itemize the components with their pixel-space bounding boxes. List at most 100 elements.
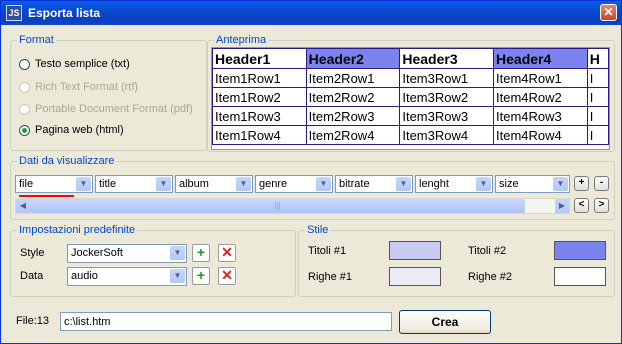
preview-row: Item1Row3 Item2Row3 Item3Row3 Item4Row3 … xyxy=(212,106,609,126)
add-style-button[interactable]: + xyxy=(192,244,210,262)
data-select[interactable]: audio ▼ xyxy=(67,267,187,286)
preview-cell: Item1Row4 xyxy=(212,125,307,145)
column-select-5[interactable]: bitrate ▼ xyxy=(335,175,413,193)
preview-cell: Item2Row4 xyxy=(305,125,401,145)
preview-cell: I xyxy=(586,106,609,126)
style-select[interactable]: JockerSoft ▼ xyxy=(67,244,187,263)
column-select-4[interactable]: genre ▼ xyxy=(255,175,333,193)
column-select-3-value: album xyxy=(179,178,209,190)
column-select-1[interactable]: file ▼ xyxy=(15,175,93,193)
file-label: File:13 xyxy=(16,315,50,327)
preview-header-2: Header2 xyxy=(305,48,401,69)
preview-row: Item1Row1 Item2Row1 Item3Row1 Item4Row1 … xyxy=(212,68,609,88)
column-select-2[interactable]: title ▼ xyxy=(95,175,173,193)
preview-row: Item1Row4 Item2Row4 Item3Row4 Item4Row4 … xyxy=(212,125,609,145)
radio-rtf-button xyxy=(19,81,30,93)
add-data-button[interactable]: + xyxy=(192,267,210,285)
preview-cell: Item4Row4 xyxy=(493,125,588,145)
preview-cell: Item1Row3 xyxy=(212,106,307,126)
preview-header-1: Header1 xyxy=(212,48,307,69)
radio-html-button[interactable] xyxy=(19,124,30,136)
preview-cell: Item1Row1 xyxy=(212,68,307,88)
format-legend: Format xyxy=(17,34,56,47)
scroll-columns-right-button[interactable]: > xyxy=(594,198,609,213)
output-path-field[interactable]: c:\list.htm xyxy=(60,312,392,331)
preview-cell: I xyxy=(586,87,609,107)
titoli1-color-swatch[interactable] xyxy=(389,241,441,260)
create-button[interactable]: Crea xyxy=(399,310,491,334)
chevron-down-icon[interactable]: ▼ xyxy=(476,177,491,191)
column-select-7[interactable]: size ▼ xyxy=(495,175,570,193)
preview-cell: Item4Row1 xyxy=(493,68,588,88)
chevron-down-icon[interactable]: ▼ xyxy=(396,177,411,191)
preview-cell: Item2Row3 xyxy=(305,106,401,126)
righe2-color-swatch[interactable] xyxy=(554,267,606,286)
radio-txt[interactable]: Testo semplice (txt) xyxy=(19,57,130,71)
preview-header-3: Header3 xyxy=(399,48,495,69)
scroll-right-icon[interactable]: ▶ xyxy=(555,199,569,213)
presets-group: Impostazioni predefinite xyxy=(10,224,296,297)
preview-header-row: Header1 Header2 Header3 Header4 H xyxy=(212,48,609,69)
style-label: Style xyxy=(20,247,45,259)
chevron-down-icon[interactable]: ▼ xyxy=(76,177,91,191)
radio-html-label[interactable]: Pagina web (html) xyxy=(35,124,124,136)
column-select-6-value: lenght xyxy=(419,178,449,190)
preview-cell: Item1Row2 xyxy=(212,87,307,107)
chevron-down-icon[interactable]: ▼ xyxy=(316,177,331,191)
fields-legend: Dati da visualizzare xyxy=(17,155,117,168)
column-select-2-value: title xyxy=(99,178,117,190)
columns-scrollbar[interactable]: ◀ ||| ▶ xyxy=(15,198,570,214)
column-select-7-value: size xyxy=(499,178,519,190)
preview-cell: Item3Row3 xyxy=(399,106,495,126)
titoli2-color-swatch[interactable] xyxy=(554,241,606,260)
column-select-5-value: bitrate xyxy=(339,178,370,190)
remove-column-button[interactable]: - xyxy=(594,176,609,191)
add-column-button[interactable]: + xyxy=(574,176,589,191)
preview-cell: Item3Row4 xyxy=(399,125,495,145)
title-bar[interactable]: JS Esporta lista ✕ xyxy=(1,1,621,25)
preview-cell: Item2Row2 xyxy=(305,87,401,107)
preview-cell: Item4Row3 xyxy=(493,106,588,126)
active-column-underline xyxy=(19,195,74,197)
style-colors-legend: Stile xyxy=(305,224,331,237)
column-select-6[interactable]: lenght ▼ xyxy=(415,175,493,193)
scroll-left-icon[interactable]: ◀ xyxy=(16,199,30,213)
chevron-down-icon[interactable]: ▼ xyxy=(553,177,568,191)
chevron-down-icon[interactable]: ▼ xyxy=(170,269,185,283)
preview-cell: I xyxy=(586,125,609,145)
chevron-down-icon[interactable]: ▼ xyxy=(236,177,251,191)
radio-txt-button[interactable] xyxy=(19,58,30,70)
column-select-1-value: file xyxy=(19,178,34,190)
export-dialog-window: JS Esporta lista ✕ Format Testo semplice… xyxy=(0,0,622,344)
delete-data-button[interactable]: ✕ xyxy=(218,267,236,285)
preview-cell: Item4Row2 xyxy=(493,87,588,107)
preview-cell: Item2Row1 xyxy=(305,68,401,88)
chevron-down-icon[interactable]: ▼ xyxy=(156,177,171,191)
output-path-value: c:\list.htm xyxy=(64,316,111,328)
titoli1-label: Titoli #1 xyxy=(308,245,347,257)
righe1-color-swatch[interactable] xyxy=(389,267,441,286)
preview-header-4: Header4 xyxy=(493,48,588,69)
presets-legend: Impostazioni predefinite xyxy=(17,224,138,237)
preview-table: Header1 Header2 Header3 Header4 H Item1R… xyxy=(212,48,609,145)
righe1-label: Righe #1 xyxy=(308,271,353,283)
radio-html[interactable]: Pagina web (html) xyxy=(19,123,124,137)
data-label: Data xyxy=(20,270,44,282)
titoli2-label: Titoli #2 xyxy=(468,245,507,257)
chevron-down-icon[interactable]: ▼ xyxy=(170,246,185,260)
radio-txt-label[interactable]: Testo semplice (txt) xyxy=(35,58,130,70)
preview-cell: I xyxy=(586,68,609,88)
data-select-value: audio xyxy=(71,270,98,282)
column-select-3[interactable]: album ▼ xyxy=(175,175,253,193)
scroll-columns-left-button[interactable]: < xyxy=(574,198,589,213)
style-select-value: JockerSoft xyxy=(71,247,123,259)
preview-legend: Anteprima xyxy=(214,34,269,47)
radio-pdf-label: Portable Document Format (pdf) xyxy=(35,103,193,115)
radio-pdf: Portable Document Format (pdf) xyxy=(19,102,193,116)
scrollbar-thumb[interactable]: ||| xyxy=(30,199,525,213)
preview-cell: Item3Row1 xyxy=(399,68,495,88)
delete-style-button[interactable]: ✕ xyxy=(218,244,236,262)
close-button[interactable]: ✕ xyxy=(600,4,617,21)
preview-header-5: H xyxy=(586,48,609,69)
radio-pdf-button xyxy=(19,103,30,115)
